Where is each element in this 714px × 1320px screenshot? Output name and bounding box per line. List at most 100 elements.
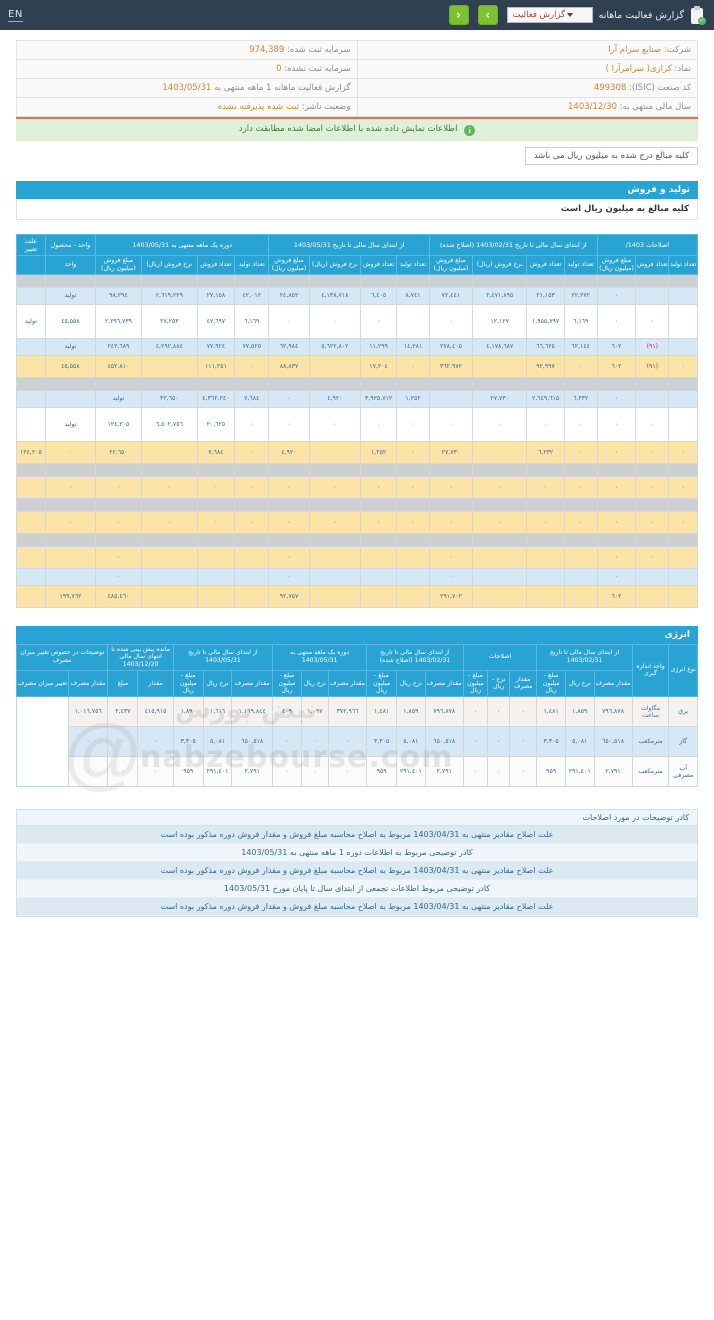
- table-cell: ٢٤,٨٥٢: [268, 286, 310, 305]
- table-cell: [268, 273, 310, 288]
- col-header-10: مبلغ فروش (میلیون ریال): [268, 255, 310, 275]
- table-cell: ٠: [44, 510, 96, 534]
- group-header-ytd-0531-a: از ابتدای سال مالی تا تاریخ 1403/05/31: [268, 234, 430, 256]
- table-cell: [396, 376, 430, 391]
- table-row: (٩١) ٦٠٢ ٦٢,١٤٤ ٦٦,٦٢٥ ٤,١٧٨,٦٨٧ ٢٧٨,٤٠٥ ١٤,٢٨…: [16, 337, 698, 356]
- table-cell: (٩١): [635, 337, 670, 356]
- signature-match-notice-text: اطلاعات نمایش داده شده با اطلاعات امضا ش…: [238, 124, 458, 134]
- table-cell: ٦٢,٩٨٤: [268, 337, 310, 356]
- table-cell: ٠: [635, 406, 670, 442]
- table-cell: [140, 273, 198, 288]
- table-cell: ٢,٧٩١: [424, 756, 464, 787]
- table-cell: ٠: [635, 545, 670, 569]
- table-cell: ١,٤٨١: [366, 696, 398, 727]
- page-content: شرکت: صنایع سرام آرا سرمایه ثبت شده: 974…: [0, 40, 714, 935]
- language-toggle-en[interactable]: EN: [8, 9, 23, 22]
- table-cell: ١٢٤,٢٠٥: [94, 406, 142, 442]
- table-cell: [140, 440, 198, 464]
- table-cell: ٧,٦٨٤: [234, 389, 270, 408]
- table-cell: ٣,٣٠٥: [536, 726, 566, 757]
- table-cell: ٢,٤٣٧: [107, 696, 139, 727]
- table-cell: ١٩٩,٧٦٢: [44, 584, 96, 608]
- table-row: ٠ ٠ ٠ ٠ ٦,٢٣٢ ٢٧,٧٣٠ ٠ ١,٢٥٢ ٤,٩٢٠ ٠ ٧,٦٨٤ ٢٢,٦٥٠ ٠ ١…: [16, 440, 698, 464]
- table-cell: [94, 532, 142, 547]
- table-row: ٠ ٠ ٠ ٠: [16, 567, 698, 586]
- table-cell: [196, 532, 236, 547]
- energy-type-cell: گاز: [668, 726, 698, 757]
- section-title-energy: انرژی: [16, 625, 698, 644]
- table-cell: ٠: [268, 567, 310, 586]
- table-cell: ٠: [596, 406, 637, 442]
- energy-type-cell: برق: [668, 696, 698, 727]
- table-cell: [471, 462, 528, 477]
- table-cell: ٠: [396, 406, 430, 442]
- table-cell: ٦٥٠,٥١٨: [593, 726, 633, 757]
- table-cell: ٥,٠٨١: [202, 726, 233, 757]
- table-cell: [668, 337, 698, 356]
- table-cell: [234, 273, 270, 288]
- table-cell: [308, 376, 362, 391]
- table-row: [16, 273, 698, 288]
- table-cell: ٤٨٥,٤٦٠: [94, 584, 142, 608]
- table-cell: [16, 337, 46, 356]
- symbol-cell: نماد: کرازی( سرامرآرا ): [356, 59, 698, 79]
- table-cell: ٠: [487, 756, 511, 787]
- next-report-button[interactable]: ›: [477, 5, 498, 25]
- table-cell: ٠: [327, 726, 368, 757]
- table-cell: [428, 273, 473, 288]
- table-cell: [16, 497, 46, 512]
- col-header-14: مبلغ فروش (میلیون ریال): [94, 255, 142, 275]
- table-cell: [396, 462, 430, 477]
- table-cell: ٤,٩٢٠: [308, 389, 362, 408]
- table-cell: [563, 545, 598, 569]
- table-cell: [44, 376, 96, 391]
- table-cell: [396, 545, 430, 569]
- table-cell: ٦,٢٣٢: [526, 440, 565, 464]
- table-cell: ٠: [428, 303, 473, 339]
- table-cell: [668, 406, 698, 442]
- table-cell: ١١,٢٩٩: [360, 337, 398, 356]
- table-cell: ٠: [94, 545, 142, 569]
- table-cell: [140, 567, 198, 586]
- table-cell: [16, 510, 46, 534]
- table-cell: ٠: [308, 303, 362, 339]
- table-cell: [471, 545, 528, 569]
- table-cell: [526, 545, 565, 569]
- table-cell: [16, 475, 46, 499]
- energy-col-10: نرخ ریال: [300, 669, 330, 698]
- table-cell: ١٤,٢٨١: [396, 337, 430, 356]
- table-cell: ٠: [67, 756, 109, 787]
- table-cell: [563, 462, 598, 477]
- symbol-value: کرازی( سرامرآرا ): [605, 64, 672, 74]
- table-cell: ٣٦٢,٩٧٢: [428, 354, 473, 378]
- table-cell: ٤,٩٢٠: [268, 440, 310, 464]
- energy-group-month-0531: دوره یک ماهه منتهی به 1403/05/31: [272, 643, 368, 671]
- table-cell: [196, 462, 236, 477]
- top-bar-right-group: ✓ گزارش فعالیت ماهانه گزارش فعالیت › ‹: [448, 5, 706, 25]
- energy-col-9: مقدار مصرف: [327, 669, 368, 698]
- table-cell: [596, 462, 637, 477]
- table-cell: [140, 497, 198, 512]
- table-cell: [396, 532, 430, 547]
- table-cell: [668, 567, 698, 586]
- table-cell: [396, 497, 430, 512]
- col-header-16: [16, 255, 46, 275]
- prev-report-button[interactable]: ‹: [448, 5, 469, 25]
- table-cell: [668, 273, 698, 288]
- table-cell: [471, 532, 528, 547]
- col-header-3: تعداد تولید: [563, 255, 598, 275]
- table-row: ٠ (٩١) ٦٠٢ ٠ ٩٢,٩٩٧ ٣٦٢,٩٧٢ ٠ ١٧,٢٠٤ ٨٨,٨٣٧ ٠ ١١١,…: [16, 354, 698, 378]
- col-header-4: تعداد فروش: [526, 255, 565, 275]
- table-row: برق مگاوات ساعت ٧٩٦,٨٧٨ ١,٨٥٩ ١,٤٨١ ٠ ٠ ٠ ٧٩٦,٨٧…: [17, 696, 698, 727]
- table-row: ٠٠٠٠٠٠٠٠٠٠٠٠٠٠٠٠: [16, 510, 698, 534]
- energy-col-14: مبلغ - میلیون ریال: [172, 669, 204, 698]
- table-cell: ٠: [596, 567, 637, 586]
- energy-table: نوع انرژی واحد اندازه گیری از ابتدای سال…: [15, 643, 698, 787]
- table-cell: [360, 567, 398, 586]
- report-type-select[interactable]: گزارش فعالیت: [506, 7, 593, 23]
- table-cell: [563, 497, 598, 512]
- footnote-row: کادر توضیحی مربوط اطلاعات تجمعی از ابتدا…: [17, 880, 697, 898]
- table-cell: ٩٥٩: [536, 756, 566, 787]
- table-cell: [94, 376, 142, 391]
- table-cell: ٠: [268, 303, 310, 339]
